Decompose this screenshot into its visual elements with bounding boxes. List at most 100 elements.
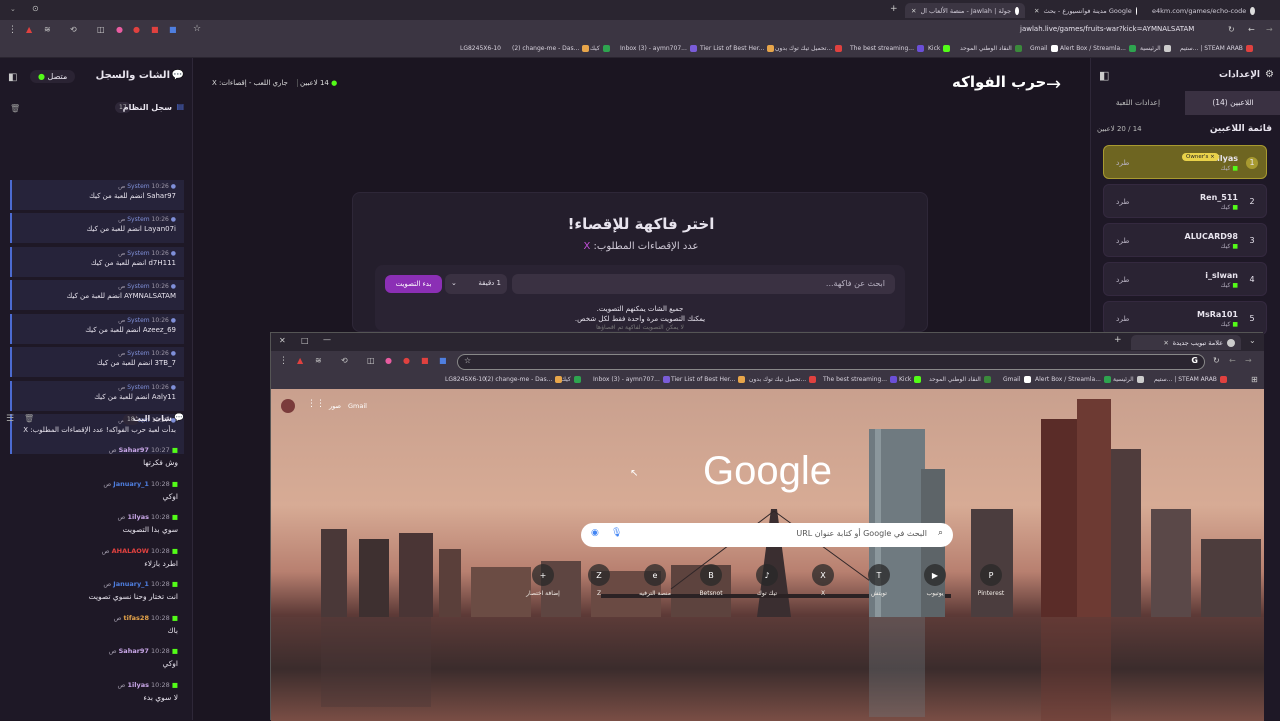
bookmark-item[interactable]: Gmail (1003, 376, 1031, 383)
extension-icon[interactable]: ● (403, 356, 410, 365)
tab-players[interactable]: اللاعبين (14) (1185, 91, 1280, 115)
kick-button[interactable]: طرد (1116, 314, 1129, 323)
duration-select[interactable]: 1 دقيقة ⌄ (445, 274, 507, 294)
extension-icon[interactable]: ≋ (315, 356, 322, 365)
shortcut-tile[interactable]: B Betsnot (686, 564, 736, 597)
gmail-link[interactable]: Gmail (348, 402, 367, 410)
menu-icon[interactable]: ⋮ (279, 356, 288, 366)
window-menu-icon[interactable]: ⊙ (32, 4, 39, 13)
bookmark-item[interactable]: الرئيسية (1113, 376, 1144, 383)
extensions-puzzle-icon[interactable]: ◫ (97, 25, 105, 34)
bookmark-item[interactable]: تحميل تيك توك بدون... (749, 376, 817, 383)
tab-jawlah[interactable]: جولة | Jawlah - منصة الألعاب ال ✕ (905, 3, 1025, 18)
bookmark-star-icon[interactable]: ☆ (464, 356, 471, 365)
bookmark-item[interactable]: النقاد الوطني الموحد (960, 45, 1022, 52)
bookmark-item[interactable]: Tier List of Best Her... (700, 45, 775, 52)
extension-icon[interactable]: ⟲ (341, 356, 348, 365)
shortcut-tile[interactable]: ▶ يوتيوب (910, 564, 960, 597)
bookmark-item[interactable]: Inbox (3) - aymn707... (620, 45, 697, 52)
bookmark-item[interactable]: LG8245X6-10 (445, 376, 486, 383)
shortcut-tile[interactable]: P Pinterest (966, 564, 1016, 597)
trash-icon[interactable]: 🗑 (10, 104, 20, 113)
chat-username[interactable]: Sahar97 (119, 446, 149, 454)
bookmark-item[interactable]: The best streaming... (823, 376, 897, 383)
bookmark-item[interactable]: النقاد الوطني الموحد (929, 376, 991, 383)
bookmark-item[interactable]: تحميل تيك توك بدون... (775, 45, 843, 52)
close-window-icon[interactable]: ✕ (279, 336, 286, 345)
apps-grid-icon[interactable]: ⋮⋮ (307, 399, 325, 409)
shortcut-tile[interactable]: e منصة الترفيه (630, 564, 680, 597)
arrow-right-icon[interactable]: → (1046, 74, 1061, 95)
tab-search-icon[interactable]: ⌄ (10, 5, 16, 13)
maximize-window-icon[interactable]: □ (301, 336, 309, 345)
forward-icon[interactable]: → (1266, 25, 1273, 34)
close-icon[interactable]: ✕ (1034, 7, 1039, 15)
chat-username[interactable]: January_1 (113, 580, 149, 588)
extension-icon[interactable]: ≋ (44, 25, 51, 34)
back-icon[interactable]: ← (1229, 356, 1236, 365)
extension-icon[interactable]: ■ (439, 356, 447, 365)
bookmark-item[interactable]: (2) change-me - Das... (485, 376, 563, 383)
apps-grid-icon[interactable]: ⊞ (1251, 375, 1258, 384)
reload-icon[interactable]: ↻ (1228, 25, 1235, 34)
images-link[interactable]: صور (329, 402, 341, 410)
shortcut-tile[interactable]: ZZ (574, 564, 624, 597)
extension-icon[interactable]: ⟲ (70, 25, 77, 34)
bookmark-item[interactable]: ستيم... | STEAM ARAB (1180, 45, 1253, 52)
google-search-box[interactable]: ⌕ البحث في Google أو كتابة عنوان URL 🎙 ◉ (581, 523, 953, 547)
fruit-search-input[interactable]: ابحث عن فاكهة... (512, 274, 895, 294)
chat-username[interactable]: AHALAOW (112, 547, 149, 555)
extensions-puzzle-icon[interactable]: ◫ (367, 356, 375, 365)
microphone-icon[interactable]: 🎙 (611, 528, 622, 538)
shortcut-tile[interactable]: XX (798, 564, 848, 597)
close-icon[interactable]: ✕ (1163, 339, 1168, 347)
trash-icon[interactable]: 🗑 (24, 414, 34, 423)
new-tab-button[interactable]: + (890, 4, 898, 14)
bookmark-item[interactable]: Alert Box / Streamla... (1060, 45, 1136, 52)
reload-icon[interactable]: ↻ (1213, 356, 1220, 365)
bookmark-item[interactable]: LG8245X6-10 (460, 45, 501, 52)
bookmark-item[interactable]: (2) change-me - Das... (512, 45, 590, 52)
bookmark-item[interactable]: ستيم... | STEAM ARAB (1154, 376, 1227, 383)
bookmark-item[interactable]: Tier List of Best Her... (671, 376, 746, 383)
inner-address-bar[interactable]: ☆ G (457, 354, 1205, 370)
extension-icon[interactable]: ■ (169, 25, 177, 34)
extension-icon[interactable]: ▲ (297, 356, 303, 365)
kick-button[interactable]: طرد (1116, 197, 1129, 206)
tab-game-settings[interactable]: إعدادات اللعبة (1091, 91, 1185, 115)
bookmark-item[interactable]: Kick (928, 45, 951, 52)
chat-username[interactable]: 1ilyas (127, 681, 148, 689)
new-tab-button[interactable]: + (1114, 335, 1122, 345)
extension-icon[interactable]: ■ (151, 25, 159, 34)
tab-search-icon[interactable]: ⌄ (1249, 336, 1256, 345)
collapse-panel-icon[interactable]: ◧ (8, 72, 17, 83)
bookmark-item[interactable]: كيك (561, 376, 581, 383)
collapse-panel-icon[interactable]: ◧ (1099, 69, 1109, 82)
start-vote-button[interactable]: بدء التصويت (385, 275, 442, 293)
tab-google-search[interactable]: Google مدينة فوانسيورع - بحث ✕ (1028, 3, 1143, 18)
bookmark-item[interactable]: كيك (590, 45, 610, 52)
shortcut-tile[interactable]: ♪ تيك توك (742, 564, 792, 597)
extension-icon[interactable]: ● (116, 25, 123, 34)
forward-icon[interactable]: → (1245, 356, 1252, 365)
extension-icon[interactable]: ● (133, 25, 140, 34)
chat-username[interactable]: tifas28 (124, 614, 149, 622)
back-icon[interactable]: ← (1248, 25, 1255, 34)
lens-icon[interactable]: ◉ (591, 528, 599, 538)
avatar[interactable] (281, 399, 295, 413)
address-bar[interactable]: jawlah.live/games/fruits-war?kick=AYMNAL… (1020, 25, 1194, 33)
kick-button[interactable]: طرد (1116, 236, 1129, 245)
bookmark-star-icon[interactable]: ☆ (193, 24, 201, 34)
chat-username[interactable]: January_1 (113, 480, 149, 488)
close-icon[interactable]: ✕ (911, 7, 916, 15)
menu-icon[interactable]: ⋮ (8, 25, 17, 35)
minimize-window-icon[interactable]: — (323, 335, 331, 344)
chat-username[interactable]: 1ilyas (127, 513, 148, 521)
tab-e4km[interactable]: e4km.com/games/echo-code (1146, 3, 1261, 18)
kick-button[interactable]: طرد (1116, 158, 1129, 167)
bookmark-item[interactable]: الرئيسية (1140, 45, 1171, 52)
shortcut-tile[interactable]: + إضافة اختصار (518, 564, 568, 597)
kick-button[interactable]: طرد (1116, 275, 1129, 284)
extension-icon[interactable]: ▲ (26, 25, 32, 34)
bookmark-item[interactable]: Gmail (1030, 45, 1058, 52)
